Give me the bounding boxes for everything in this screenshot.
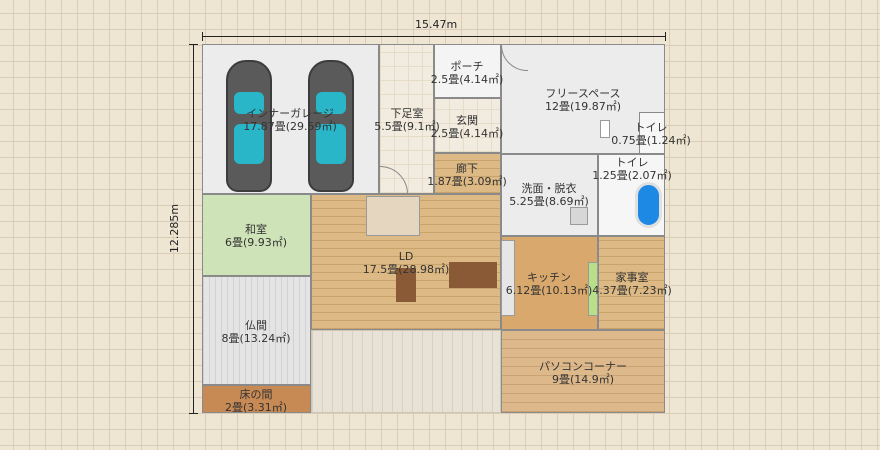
label-free-space: フリースペース 12畳(19.87㎡) [545,87,621,113]
washbasin-icon [570,207,588,225]
bathtub-icon [635,182,662,228]
toilet-icon [600,120,610,138]
washitsu-area: 6畳(9.93㎡) [224,236,288,249]
entrance-area: 2.5畳(4.14㎡) [430,127,504,140]
label-toilet-1: トイレ 0.75畳(1.24㎡) [611,121,691,147]
label-tokonoma: 床の間 2畳(3.31㎡) [225,388,287,414]
entrance-name: 玄関 [455,114,478,127]
porch-name: ポーチ [450,60,484,73]
kitchen-name: キッチン [526,271,571,284]
butsuma-area: 8畳(13.24㎡) [221,332,291,345]
stairs-icon [366,196,420,236]
garage-name: インナーガレージ [246,107,334,120]
pc-corner-name: パソコンコーナー [539,360,627,373]
garage-area: 17.87畳(29.59㎡) [243,120,337,133]
ld-area: 17.5畳(28.98㎡) [362,263,450,276]
label-washitsu: 和室 6畳(9.93㎡) [225,223,287,249]
label-hallway: 廊下 1.87畳(3.09㎡) [427,162,507,188]
label-butsuma: 仏間 8畳(13.24㎡) [221,319,290,345]
free-space-area: 12畳(19.87㎡) [544,100,622,113]
floor-plan: 15.47m 12.285m インナーガレージ 17.87畳(29.59㎡) 下… [0,0,880,450]
tokonoma-name: 床の間 [239,388,273,401]
label-pc-corner: パソコンコーナー 9畳(14.9㎡) [539,360,627,386]
height-dimension-tick-bottom [189,413,198,414]
label-garage: インナーガレージ 17.87畳(29.59㎡) [243,107,337,133]
label-porch: ポーチ 2.5畳(4.14㎡) [431,60,504,86]
height-dimension-tick-top [189,44,198,45]
toilet-1-area: 0.75畳(1.24㎡) [611,134,691,147]
hallway-area: 1.87畳(3.09㎡) [427,175,507,188]
height-dimension-line [193,44,194,413]
hallway-name: 廊下 [455,162,478,175]
ld-name: LD [398,250,414,263]
washitsu-name: 和室 [244,223,267,236]
label-kitchen: キッチン 6.12畳(10.13㎡) [506,271,593,297]
housework-area: 4.37畳(7.23㎡) [592,284,672,297]
dining-table-icon [449,262,497,288]
tokonoma-area: 2畳(3.31㎡) [224,401,288,414]
label-toilet-2: トイレ 1.25畳(2.07㎡) [592,156,672,182]
porch-area: 2.5畳(4.14㎡) [430,73,504,86]
washroom-name: 洗面・脱衣 [521,182,577,195]
width-dimension-tick-right [665,32,666,41]
toilet-2-name: トイレ [615,156,649,169]
width-dimension-tick-left [202,32,203,41]
toilet-2-area: 1.25畳(2.07㎡) [592,169,672,182]
room-deck [311,330,501,413]
washroom-area: 5.25畳(8.69㎡) [509,195,589,208]
label-ld: LD 17.5畳(28.98㎡) [363,250,450,276]
toilet-1-name: トイレ [634,121,668,134]
butsuma-name: 仏間 [244,319,267,332]
kitchen-area: 6.12畳(10.13㎡) [505,284,593,297]
height-dimension-label: 12.285m [168,203,182,254]
label-washroom: 洗面・脱衣 5.25畳(8.69㎡) [509,182,589,208]
housework-name: 家事室 [615,271,649,284]
pc-corner-area: 9畳(14.9㎡) [551,373,615,386]
width-dimension-line [202,36,665,37]
label-housework: 家事室 4.37畳(7.23㎡) [592,271,672,297]
label-entrance: 玄関 2.5畳(4.14㎡) [431,114,504,140]
width-dimension-label: 15.47m [415,18,458,31]
free-space-name: フリースペース [545,87,621,100]
